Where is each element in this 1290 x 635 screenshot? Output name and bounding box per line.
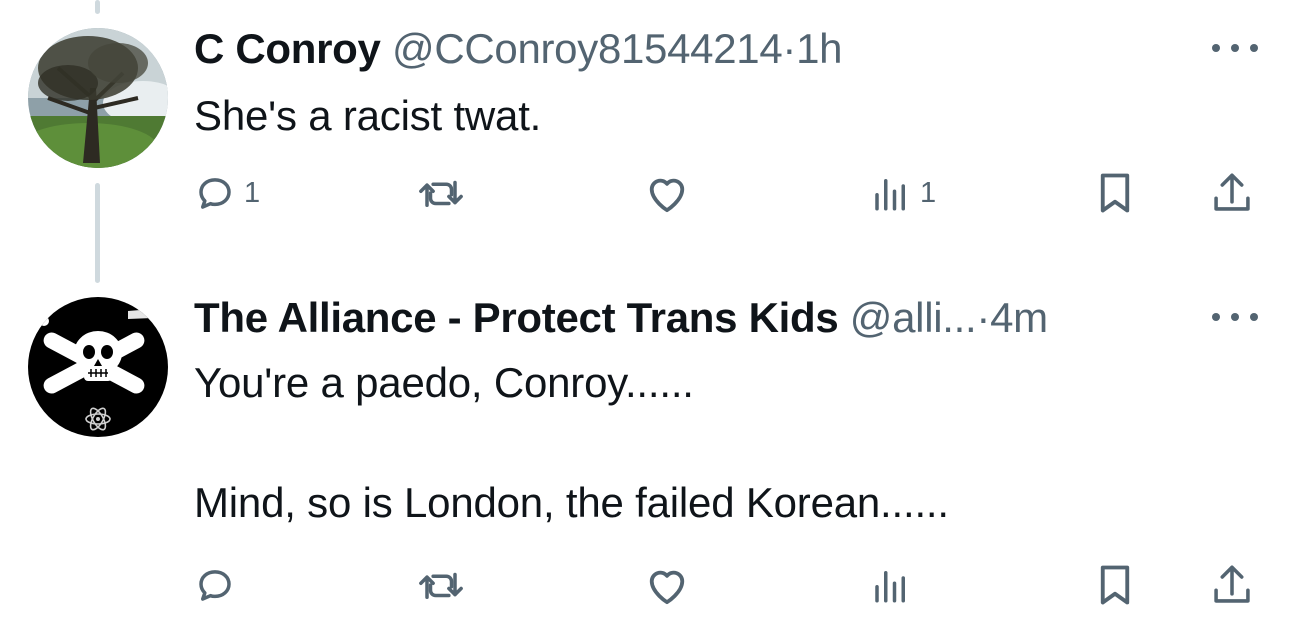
reply-icon — [199, 570, 231, 601]
retweet-button[interactable] — [414, 560, 476, 610]
share-icon — [1214, 565, 1250, 603]
display-name[interactable]: The Alliance - Protect Trans Kids — [194, 294, 839, 341]
bookmark-button[interactable] — [1094, 168, 1136, 218]
share-button[interactable] — [1210, 168, 1254, 218]
reply-button[interactable] — [194, 560, 244, 610]
thread-line-top — [95, 0, 100, 14]
tweet-text: You're a paedo, Conroy...... Mind, so is… — [194, 359, 949, 526]
separator-dot: · — [782, 25, 797, 72]
bookmark-icon — [1100, 173, 1130, 213]
heart-icon — [649, 570, 685, 605]
timestamp[interactable]: 4m — [990, 294, 1048, 341]
share-button[interactable] — [1210, 560, 1254, 610]
like-button[interactable] — [644, 560, 698, 610]
share-icon — [1214, 173, 1250, 211]
reply-button[interactable]: 1 — [194, 168, 260, 218]
action-bar — [194, 560, 1264, 610]
timestamp[interactable]: 1h — [796, 25, 842, 72]
reply-count: 1 — [244, 176, 261, 209]
user-handle[interactable]: @alli... — [850, 294, 977, 341]
tweet-header: The Alliance - Protect Trans Kids @alli.… — [194, 293, 1048, 343]
avatar[interactable] — [28, 28, 168, 168]
separator-dot: · — [976, 294, 991, 341]
action-bar: 1 1 — [194, 168, 1264, 218]
tweet-header: C Conroy @CConroy81544214·1h — [194, 24, 843, 74]
display-name[interactable]: C Conroy — [194, 25, 381, 72]
retweet-icon — [419, 180, 463, 207]
bookmark-icon — [1100, 565, 1130, 605]
heart-icon — [649, 178, 685, 213]
retweet-button[interactable] — [414, 168, 476, 218]
avatar[interactable] — [28, 297, 168, 437]
views-icon — [875, 179, 905, 211]
bookmark-button[interactable] — [1094, 560, 1136, 610]
more-options-icon[interactable] — [1212, 33, 1258, 63]
views-button[interactable] — [870, 560, 920, 610]
views-icon — [875, 571, 905, 603]
like-button[interactable] — [644, 168, 698, 218]
skull-crossbones-icon — [28, 297, 168, 437]
tree-landscape-icon — [28, 28, 168, 168]
user-handle[interactable]: @CConroy81544214 — [392, 25, 783, 72]
tweet-text: She's a racist twat. — [194, 92, 542, 139]
view-count: 1 — [920, 176, 937, 209]
reply-icon — [199, 178, 231, 209]
retweet-icon — [419, 572, 463, 599]
thread-line-connector — [95, 183, 100, 283]
more-options-icon[interactable] — [1212, 302, 1258, 332]
views-button[interactable]: 1 — [870, 168, 936, 218]
